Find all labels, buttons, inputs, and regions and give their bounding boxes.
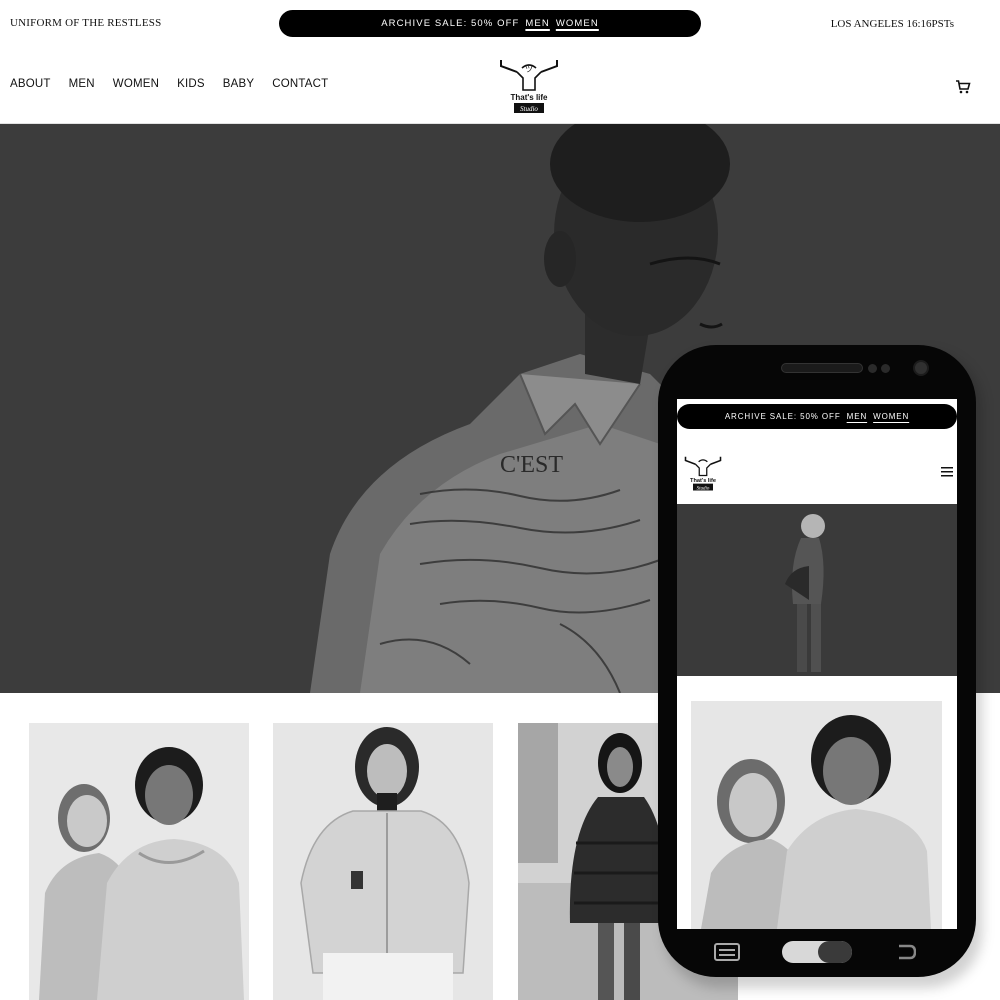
phone-sensor: [868, 364, 877, 373]
mobile-logo-line1: That's life: [690, 478, 716, 484]
mobile-sale-women-link[interactable]: WOMEN: [873, 412, 909, 421]
product-image-kids-hoodies: [29, 723, 249, 1000]
brand-tagline: UNIFORM OF THE RESTLESS: [10, 17, 162, 29]
nav-about[interactable]: ABOUT: [10, 78, 51, 90]
primary-nav: ABOUT MEN WOMEN KIDS BABY CONTACT: [10, 78, 346, 90]
back-icon[interactable]: [896, 943, 916, 961]
mobile-brand-logo[interactable]: That's life Studio: [683, 449, 723, 497]
cart-icon[interactable]: [955, 79, 971, 95]
location-clock: LOS ANGELES 16:16PSTs: [830, 18, 954, 30]
nav-men[interactable]: MEN: [69, 78, 95, 90]
logo-line2: Studio: [520, 105, 538, 113]
phone-sensor: [881, 364, 890, 373]
sale-banner: ARCHIVE SALE: 50% OFF MEN WOMEN: [279, 10, 701, 37]
nav-kids[interactable]: KIDS: [177, 78, 205, 90]
nav-contact[interactable]: CONTACT: [272, 78, 328, 90]
mobile-product-card[interactable]: [691, 701, 942, 929]
sale-women-link[interactable]: WOMEN: [556, 18, 599, 29]
phone-speaker: [781, 363, 863, 373]
mobile-logo-line2: Studio: [697, 486, 710, 491]
main-header: ABOUT MEN WOMEN KIDS BABY CONTACT ツ That…: [0, 48, 1000, 124]
announcement-bar: UNIFORM OF THE RESTLESS ARCHIVE SALE: 50…: [0, 0, 1000, 48]
shirt-print-text: C'EST: [500, 452, 563, 478]
mobile-sale-text: ARCHIVE SALE: 50% OFF: [724, 412, 841, 421]
hamburger-icon[interactable]: [941, 467, 953, 477]
recent-apps-icon[interactable]: [714, 943, 740, 961]
sale-men-link[interactable]: MEN: [525, 18, 549, 29]
brand-logo[interactable]: ツ That's life Studio: [497, 56, 561, 116]
home-button[interactable]: [782, 941, 852, 963]
svg-text:ツ: ツ: [525, 65, 533, 74]
logo-line1: That's life: [510, 93, 548, 102]
mobile-hero-image: [677, 504, 957, 676]
nav-baby[interactable]: BABY: [223, 78, 254, 90]
sale-text: ARCHIVE SALE: 50% OFF: [381, 18, 520, 29]
mobile-product-image-kids-hoodies: [691, 701, 942, 929]
product-card[interactable]: [273, 723, 493, 1000]
product-card[interactable]: [29, 723, 249, 1000]
nav-women[interactable]: WOMEN: [113, 78, 159, 90]
mobile-sale-men-link[interactable]: MEN: [847, 412, 867, 421]
mobile-preview-device: ARCHIVE SALE: 50% OFF MEN WOMEN That's l…: [658, 345, 976, 977]
phone-camera-icon: [913, 360, 929, 376]
product-image-womens-jacket: [273, 723, 493, 1000]
mobile-hero-runway-photo: [677, 504, 957, 676]
mobile-sale-banner: ARCHIVE SALE: 50% OFF MEN WOMEN: [677, 404, 957, 429]
mobile-screen: ARCHIVE SALE: 50% OFF MEN WOMEN That's l…: [677, 399, 957, 929]
